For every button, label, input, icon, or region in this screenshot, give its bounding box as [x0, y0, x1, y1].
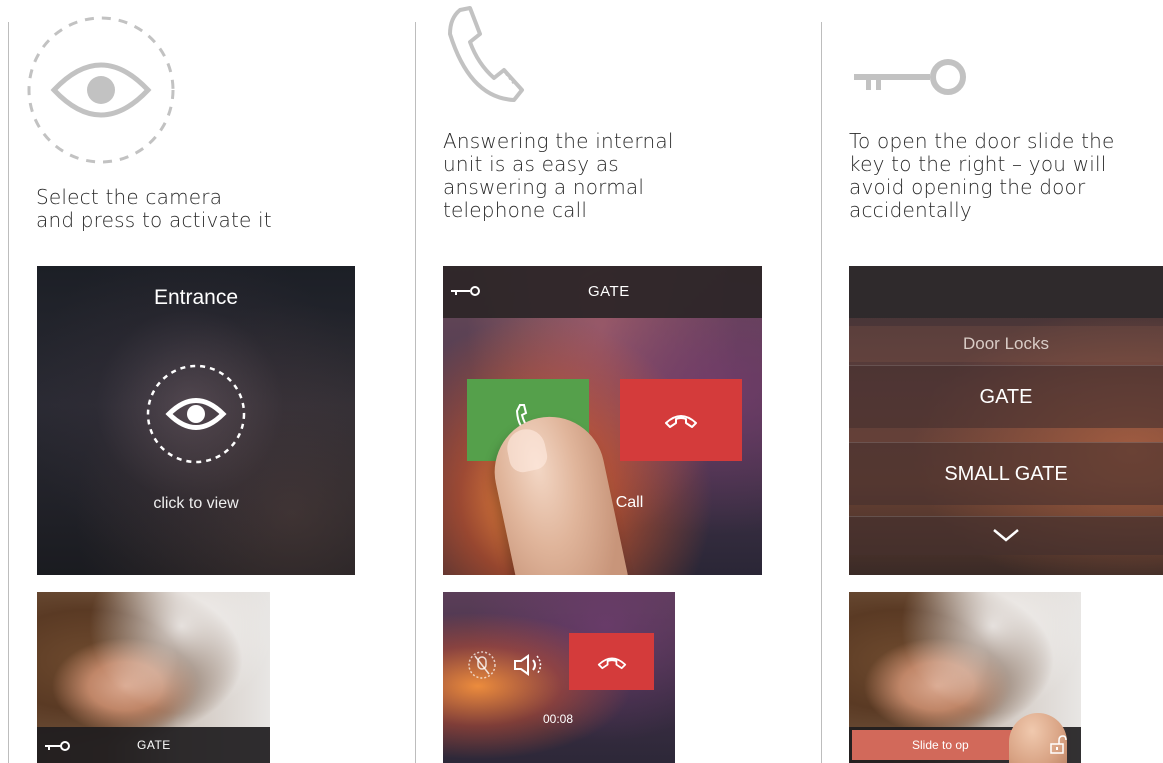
door-name-label: GATE — [588, 283, 630, 300]
camera-caption: Select the camera and press to activate … — [36, 185, 272, 232]
door-caption: To open the door slide the key to the ri… — [849, 129, 1115, 222]
chevron-down-icon — [993, 529, 1019, 542]
speaker-icon[interactable] — [513, 652, 547, 678]
key-icon[interactable] — [45, 741, 71, 751]
camera-title: Entrance — [153, 286, 239, 309]
door-locks-header: Door Locks — [849, 326, 1163, 362]
view-camera-eye-icon[interactable] — [145, 363, 247, 465]
unlock-icon — [1050, 735, 1067, 754]
slide-unlock-screen: Slide to op — [849, 592, 1081, 763]
mic-muted-icon[interactable] — [467, 650, 497, 680]
locks-top-bar — [849, 266, 1163, 318]
door-bar[interactable]: GATE — [37, 727, 270, 763]
slider-track-fill[interactable]: Slide to op — [852, 730, 1020, 760]
entrance-camera-screen[interactable]: Entrance click to view — [37, 266, 355, 575]
answer-caption: Answering the internal unit is as easy a… — [443, 129, 674, 222]
column-divider-2 — [415, 22, 416, 763]
scroll-down-button[interactable] — [849, 516, 1163, 555]
eye-icon — [27, 16, 175, 164]
click-to-view-label: click to view — [153, 495, 239, 512]
slide-to-open-bar[interactable]: Slide to op — [849, 713, 1081, 763]
end-call-button[interactable] — [569, 633, 654, 690]
reject-button[interactable] — [620, 379, 742, 461]
column-divider-3 — [821, 22, 822, 763]
lock-item-gate[interactable]: GATE — [849, 365, 1163, 428]
call-timer: 00:08 — [543, 712, 574, 726]
video-call-screen: GATE — [37, 592, 270, 763]
key-icon — [854, 59, 966, 95]
call-top-bar: GATE — [443, 266, 762, 318]
lock-item-small-gate[interactable]: SMALL GATE — [849, 442, 1163, 505]
key-icon[interactable] — [451, 286, 481, 296]
hang-up-icon — [665, 415, 697, 428]
column-divider-1 — [8, 22, 9, 763]
phone-icon — [448, 6, 524, 102]
hang-up-icon — [597, 657, 627, 670]
door-name-label: GATE — [137, 738, 171, 752]
door-locks-screen: Door Locks GATE SMALL GATE — [849, 266, 1163, 575]
incoming-call-screen: GATE ning Call — [443, 266, 762, 575]
active-call-screen: 00:08 — [443, 592, 675, 763]
